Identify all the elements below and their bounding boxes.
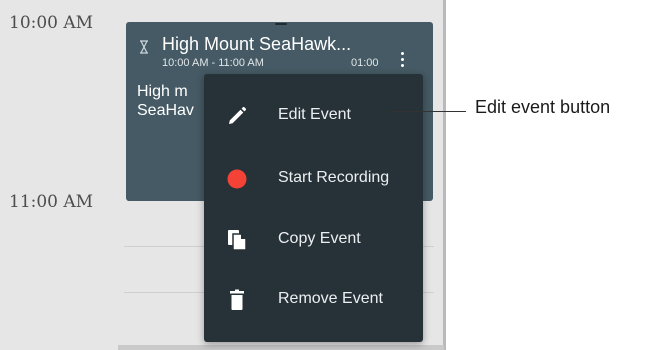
event-duration: 01:00: [351, 57, 379, 69]
copy-event-label: Copy Event: [278, 230, 361, 247]
time-label-11am: 11:00 AM: [9, 192, 94, 212]
hourglass-icon: [140, 40, 148, 54]
start-recording-label: Start Recording: [278, 169, 390, 186]
event-title: High Mount SeaHawk...: [162, 34, 352, 54]
vertical-scrollbar[interactable]: [443, 0, 446, 350]
remove-event-button[interactable]: Remove Event: [204, 277, 423, 323]
callout-line: [390, 111, 466, 112]
event-description-line: High m: [137, 83, 188, 100]
time-label-10am: 10:00 AM: [9, 13, 94, 33]
remove-event-label: Remove Event: [278, 290, 383, 307]
event-context-menu: Edit Event Start Recording Copy Event Re…: [204, 74, 423, 342]
copy-event-button[interactable]: Copy Event: [204, 217, 423, 263]
copy-icon: [228, 230, 247, 251]
callout-label: Edit event button: [475, 97, 611, 117]
pencil-icon: [229, 106, 247, 124]
edit-event-label: Edit Event: [278, 106, 351, 123]
event-time-range: 10:00 AM - 11:00 AM: [162, 57, 264, 69]
start-recording-button[interactable]: Start Recording: [204, 156, 423, 202]
event-description: High m SeaHav: [137, 82, 201, 120]
record-dot-icon: [227, 169, 247, 189]
event-description-line: SeaHav: [137, 102, 194, 119]
calendar-day-view: 10:00 AM 11:00 AM High Mount SeaHawk... …: [0, 0, 446, 350]
trash-icon: [230, 289, 244, 310]
more-options-icon[interactable]: [397, 50, 409, 68]
drag-handle-icon[interactable]: [275, 23, 287, 25]
horizontal-scrollbar[interactable]: [118, 345, 444, 350]
edit-event-button[interactable]: Edit Event: [204, 93, 423, 139]
